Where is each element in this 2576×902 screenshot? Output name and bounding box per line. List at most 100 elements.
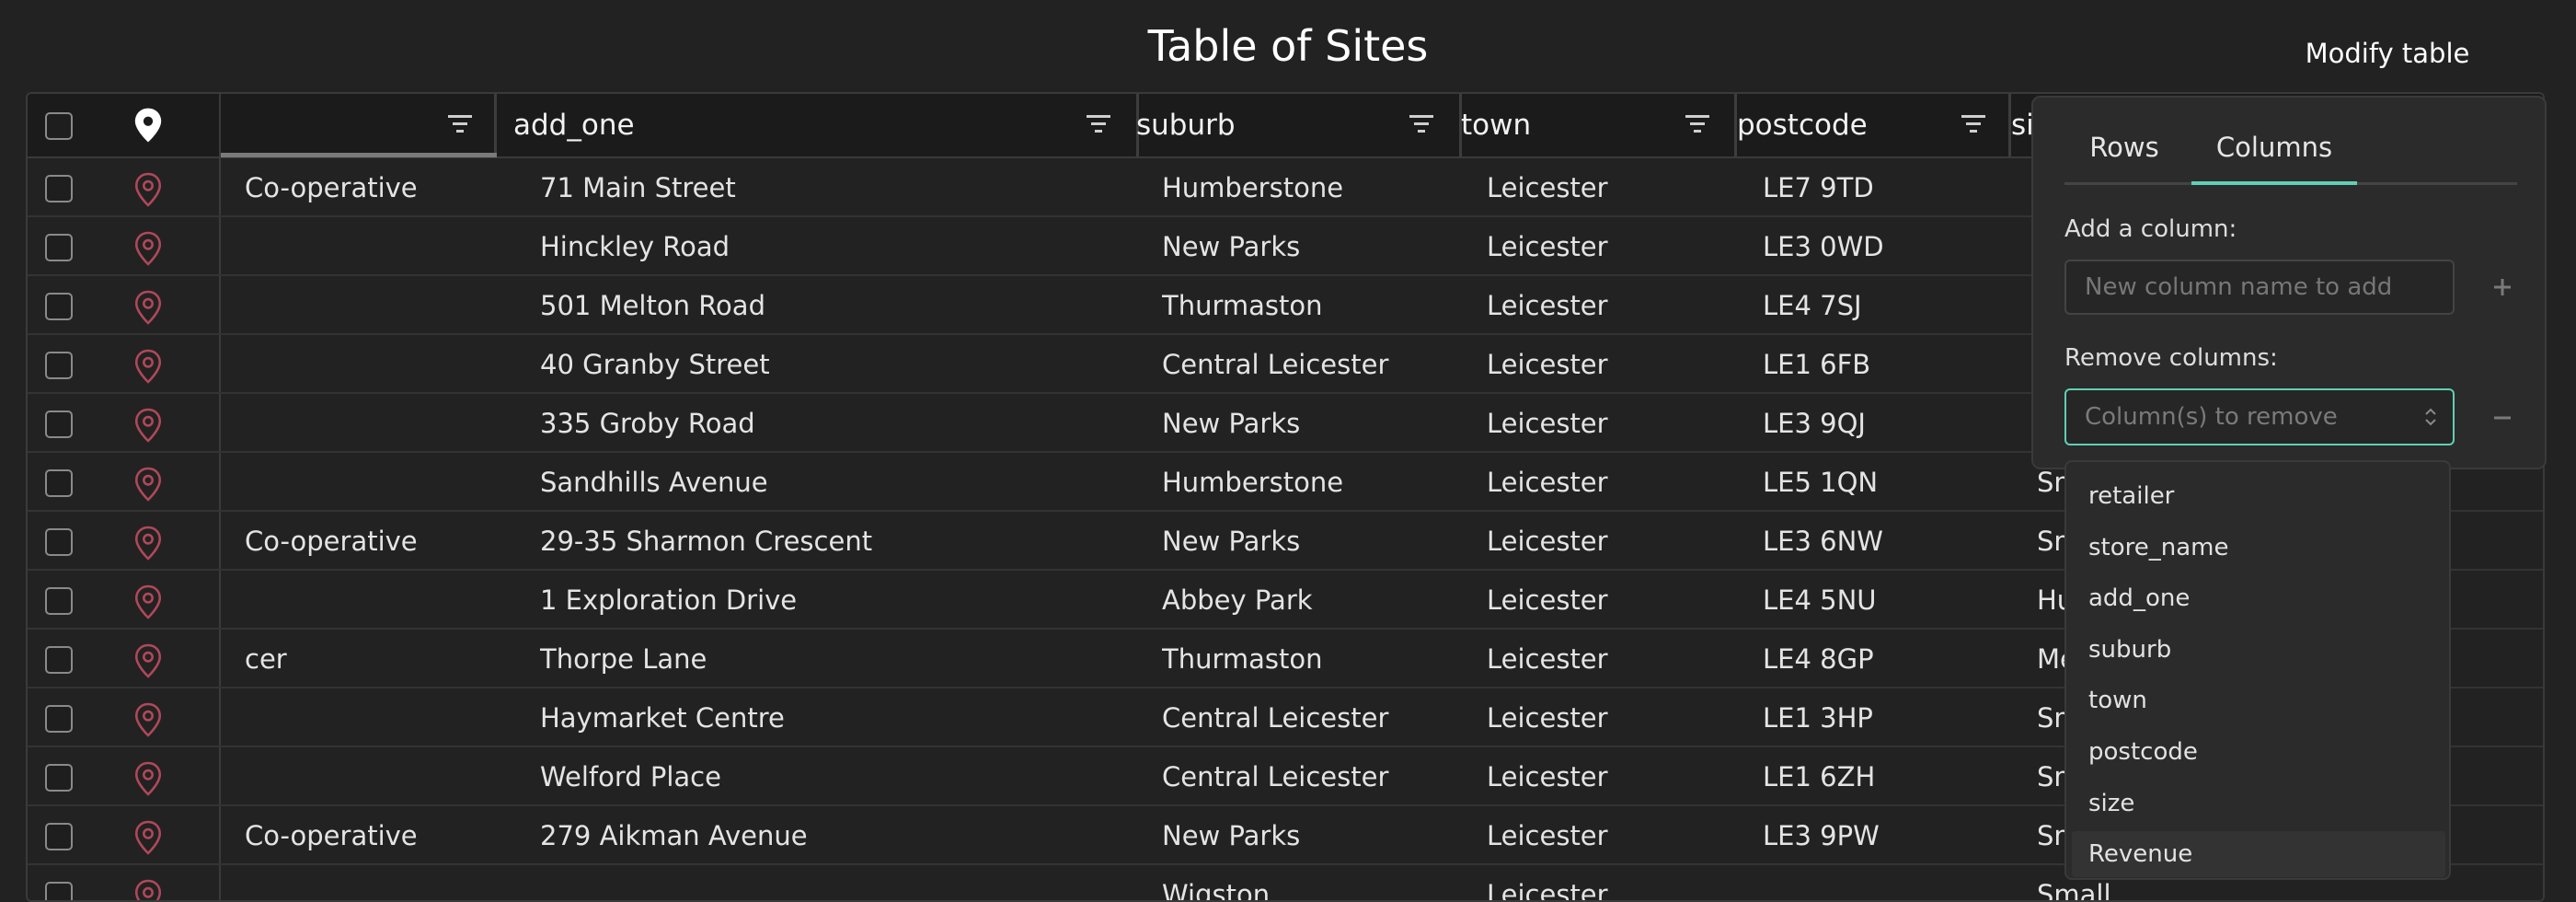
cell-store[interactable]: [219, 571, 469, 628]
cell-add-one[interactable]: Welford Place: [540, 747, 1129, 804]
row-checkbox[interactable]: [45, 528, 73, 556]
cell-suburb[interactable]: Central Leicester: [1162, 335, 1456, 392]
cell-postcode[interactable]: LE4 5NU: [1763, 571, 2011, 628]
cell-postcode[interactable]: LE3 6NW: [1763, 512, 2011, 569]
cell-postcode[interactable]: LE3 0WD: [1763, 217, 2011, 274]
map-pin-outline-icon[interactable]: [132, 348, 164, 385]
cell-store[interactable]: Co-operative: [219, 158, 469, 215]
map-pin-outline-icon[interactable]: [132, 171, 164, 208]
cell-postcode[interactable]: LE1 6FB: [1763, 335, 2011, 392]
cell-town[interactable]: Leicester: [1487, 394, 1735, 451]
cell-town[interactable]: Leicester: [1487, 335, 1735, 392]
map-pin-outline-icon[interactable]: [132, 407, 164, 444]
dropdown-option[interactable]: Revenue: [2072, 831, 2445, 878]
cell-town[interactable]: Leicester: [1487, 806, 1735, 863]
cell-town[interactable]: Leicester: [1487, 630, 1735, 687]
modify-table-button[interactable]: Modify table: [2291, 33, 2484, 74]
cell-town[interactable]: Leicester: [1487, 158, 1735, 215]
cell-postcode[interactable]: LE7 9TD: [1763, 158, 2011, 215]
filter-icon[interactable]: [1085, 112, 1112, 136]
cell-suburb[interactable]: New Parks: [1162, 806, 1456, 863]
row-checkbox[interactable]: [45, 352, 73, 379]
add-column-input[interactable]: [2064, 260, 2455, 315]
cell-postcode[interactable]: LE3 9PW: [1763, 806, 2011, 863]
cell-add-one[interactable]: Hinckley Road: [540, 217, 1129, 274]
header-add-one[interactable]: add_one: [513, 94, 1139, 156]
filter-icon[interactable]: [1408, 112, 1435, 136]
cell-store[interactable]: [219, 217, 469, 274]
cell-town[interactable]: Leicester: [1487, 747, 1735, 804]
row-checkbox[interactable]: [45, 293, 73, 320]
map-pin-outline-icon[interactable]: [132, 584, 164, 620]
cell-add-one[interactable]: 40 Granby Street: [540, 335, 1129, 392]
tab-columns[interactable]: Columns: [2191, 121, 2357, 188]
cell-suburb[interactable]: Abbey Park: [1162, 571, 1456, 628]
cell-add-one[interactable]: 335 Groby Road: [540, 394, 1129, 451]
cell-suburb[interactable]: New Parks: [1162, 217, 1456, 274]
map-pin-outline-icon[interactable]: [132, 878, 164, 902]
cell-store[interactable]: [219, 394, 469, 451]
dropdown-option[interactable]: town: [2072, 677, 2445, 723]
cell-suburb[interactable]: New Parks: [1162, 512, 1456, 569]
cell-town[interactable]: Leicester: [1487, 276, 1735, 333]
row-checkbox[interactable]: [45, 234, 73, 261]
filter-icon[interactable]: [1960, 112, 1987, 136]
row-checkbox[interactable]: [45, 587, 73, 615]
map-pin-outline-icon[interactable]: [132, 289, 164, 326]
filter-icon[interactable]: [446, 112, 474, 136]
tab-rows[interactable]: Rows: [2064, 121, 2184, 188]
cell-suburb[interactable]: Central Leicester: [1162, 747, 1456, 804]
dropdown-option[interactable]: retailer: [2072, 473, 2445, 519]
row-checkbox[interactable]: [45, 411, 73, 438]
dropdown-option[interactable]: store_name: [2072, 525, 2445, 571]
dropdown-option[interactable]: suburb: [2072, 627, 2445, 673]
cell-suburb[interactable]: Humberstone: [1162, 453, 1456, 510]
cell-suburb[interactable]: Thurmaston: [1162, 630, 1456, 687]
cell-town[interactable]: Leicester: [1487, 217, 1735, 274]
cell-postcode[interactable]: LE4 8GP: [1763, 630, 2011, 687]
cell-postcode[interactable]: [1763, 865, 2011, 900]
dropdown-option[interactable]: size: [2072, 781, 2445, 827]
cell-add-one[interactable]: 279 Aikman Avenue: [540, 806, 1129, 863]
cell-store[interactable]: [219, 865, 469, 900]
cell-suburb[interactable]: Thurmaston: [1162, 276, 1456, 333]
cell-town[interactable]: Leicester: [1487, 688, 1735, 746]
cell-suburb[interactable]: Humberstone: [1162, 158, 1456, 215]
row-checkbox[interactable]: [45, 469, 73, 497]
cell-store[interactable]: [219, 335, 469, 392]
dropdown-option[interactable]: add_one: [2072, 575, 2445, 621]
dropdown-option[interactable]: postcode: [2072, 729, 2445, 775]
cell-add-one[interactable]: Haymarket Centre: [540, 688, 1129, 746]
cell-town[interactable]: Leicester: [1487, 571, 1735, 628]
row-checkbox[interactable]: [45, 705, 73, 733]
minus-icon[interactable]: [2484, 399, 2521, 436]
cell-postcode[interactable]: LE4 7SJ: [1763, 276, 2011, 333]
cell-store[interactable]: Co-operative: [219, 512, 469, 569]
row-checkbox[interactable]: [45, 175, 73, 202]
cell-postcode[interactable]: LE3 9QJ: [1763, 394, 2011, 451]
map-pin-outline-icon[interactable]: [132, 642, 164, 679]
row-checkbox[interactable]: [45, 764, 73, 792]
row-checkbox[interactable]: [45, 882, 73, 900]
cell-suburb[interactable]: Wigston: [1162, 865, 1456, 900]
map-pin-outline-icon[interactable]: [132, 701, 164, 738]
cell-store[interactable]: [219, 276, 469, 333]
map-pin-outline-icon[interactable]: [132, 760, 164, 797]
cell-town[interactable]: Leicester: [1487, 512, 1735, 569]
cell-add-one[interactable]: 71 Main Street: [540, 158, 1129, 215]
row-checkbox[interactable]: [45, 823, 73, 850]
row-checkbox[interactable]: [45, 646, 73, 674]
cell-add-one[interactable]: [540, 865, 1129, 900]
remove-columns-select[interactable]: Column(s) to remove: [2064, 388, 2455, 445]
map-pin-outline-icon[interactable]: [132, 525, 164, 561]
cell-add-one[interactable]: 501 Melton Road: [540, 276, 1129, 333]
cell-store[interactable]: cer: [219, 630, 469, 687]
cell-store[interactable]: Co-operative: [219, 806, 469, 863]
cell-suburb[interactable]: Central Leicester: [1162, 688, 1456, 746]
cell-town[interactable]: Leicester: [1487, 865, 1735, 900]
plus-icon[interactable]: [2484, 269, 2521, 306]
select-all-checkbox[interactable]: [45, 112, 73, 140]
cell-town[interactable]: Leicester: [1487, 453, 1735, 510]
map-pin-outline-icon[interactable]: [132, 819, 164, 856]
map-pin-outline-icon[interactable]: [132, 230, 164, 267]
